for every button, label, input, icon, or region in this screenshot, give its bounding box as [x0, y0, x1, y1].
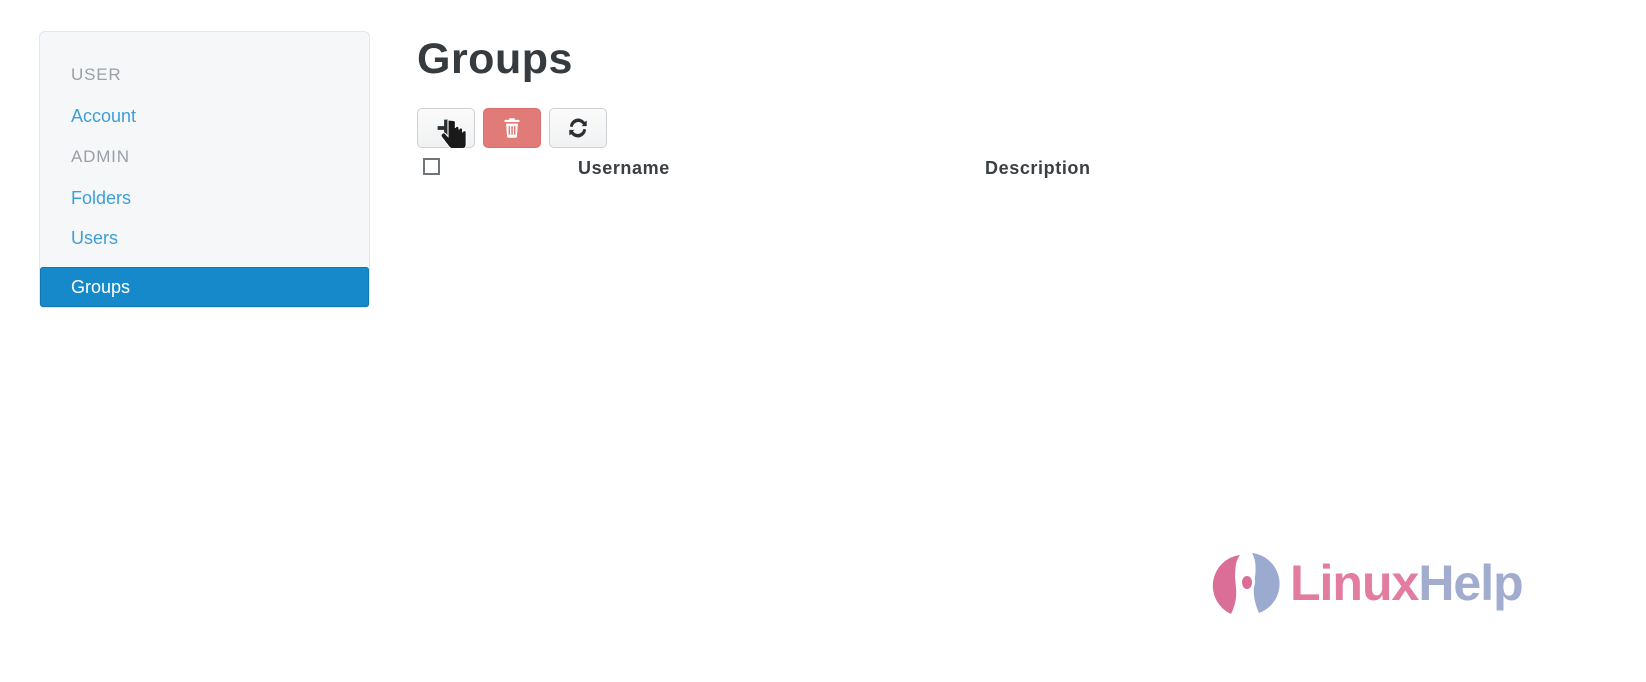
select-all-checkbox[interactable]: [423, 158, 440, 175]
column-header-username: Username: [578, 158, 670, 178]
refresh-icon: [567, 117, 589, 139]
sidebar-item-groups[interactable]: Groups: [40, 267, 369, 307]
add-group-button[interactable]: [417, 108, 475, 148]
sidebar-section-admin: ADMIN: [71, 147, 130, 166]
sidebar-item-folders[interactable]: Folders: [71, 187, 338, 209]
sidebar-item-users[interactable]: Users: [71, 227, 338, 249]
linuxhelp-logo-icon: [1210, 546, 1284, 620]
select-all-checkbox-cell: [423, 158, 440, 175]
refresh-button[interactable]: [549, 108, 607, 148]
linuxhelp-wordmark: LinuxHelp: [1290, 554, 1524, 612]
sidebar-section-user: USER: [71, 65, 122, 84]
wordmark-help: Help: [1418, 555, 1523, 611]
groups-toolbar: [417, 108, 607, 148]
column-header-description: Description: [985, 158, 1091, 178]
groups-table-header: Username Description: [417, 155, 1597, 185]
page-title: Groups: [417, 35, 573, 83]
sidebar-nav-list: USER Account ADMIN Folders Users Groups: [40, 65, 369, 325]
trash-icon: [502, 117, 522, 139]
delete-group-button[interactable]: [483, 108, 541, 148]
sidebar-panel: USER Account ADMIN Folders Users Groups: [39, 31, 370, 308]
wordmark-linux: Linux: [1290, 555, 1419, 611]
sidebar-item-account[interactable]: Account: [71, 105, 338, 127]
linuxhelp-watermark: LinuxHelp: [1210, 543, 1540, 623]
plus-icon: [435, 117, 457, 139]
